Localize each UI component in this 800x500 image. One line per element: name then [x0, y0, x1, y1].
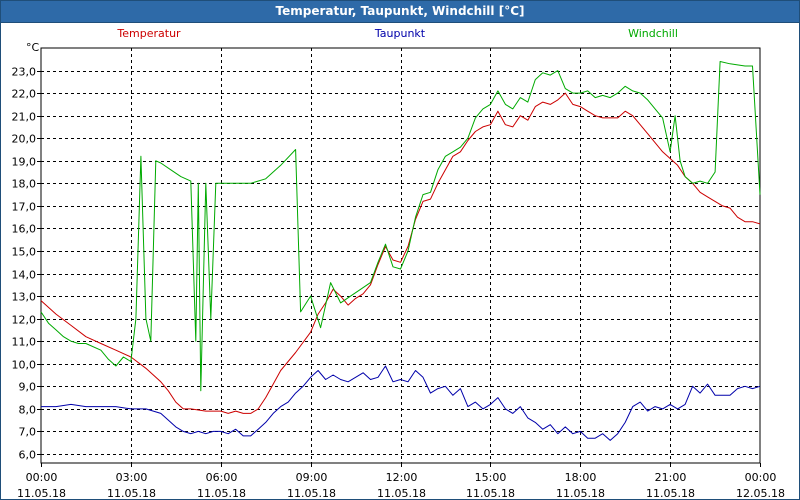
y-axis-label: °C	[26, 41, 40, 54]
y-tick-label: 18,0	[12, 178, 37, 191]
x-tick-date-label: 11.05.18	[377, 487, 426, 499]
y-tick-label: 22,0	[12, 88, 37, 101]
y-tick-label: 17,0	[12, 201, 37, 214]
window-title: Temperatur, Taupunkt, Windchill [°C]	[1, 1, 799, 23]
y-tick-label: 23,0	[12, 66, 37, 79]
y-tick-label: 6,0	[19, 449, 37, 462]
y-axis-ticks: 6,0 7,0 8,0 9,0 10,0 11,0 12,0 13,0 14,0 15,0 16,0…	[12, 66, 41, 462]
y-tick-label: 7,0	[19, 426, 37, 439]
x-tick-date-label: 11.05.18	[287, 487, 336, 499]
plot-area	[40, 47, 761, 464]
x-tick-time-label: 00:00	[745, 471, 777, 484]
x-tick-date-label: 11.05.18	[466, 487, 515, 499]
legend-item-temperatur: Temperatur	[116, 27, 181, 40]
chart-window: 6,0 7,0 8,0 9,0 10,0 11,0 12,0 13,0 14,0 15,0 16,0…	[0, 0, 800, 500]
x-tick-time-label: 18:00	[565, 471, 597, 484]
y-tick-label: 9,0	[19, 381, 37, 394]
chart-area: 6,0 7,0 8,0 9,0 10,0 11,0 12,0 13,0 14,0 15,0 16,0…	[12, 27, 785, 499]
x-tick-date-label: 11.05.18	[17, 487, 66, 499]
x-tick-date-label: 12.05.18	[736, 487, 785, 499]
y-tick-label: 13,0	[12, 291, 37, 304]
x-tick-time-label: 00:00	[26, 471, 58, 484]
x-tick-date-label: 11.05.18	[556, 487, 605, 499]
plot-border	[40, 47, 761, 464]
x-axis-ticks: 00:00 11.05.18 03:00 11.05.18 06:00 11.05.18 0…	[17, 463, 785, 499]
x-tick-time-label: 15:00	[475, 471, 507, 484]
y-tick-label: 16,0	[12, 223, 37, 236]
x-tick-time-label: 06:00	[206, 471, 238, 484]
y-tick-label: 20,0	[12, 133, 37, 146]
y-tick-label: 8,0	[19, 404, 37, 417]
y-tick-label: 19,0	[12, 156, 37, 169]
y-tick-label: 21,0	[12, 111, 37, 124]
x-tick-time-label: 09:00	[296, 471, 328, 484]
x-tick-date-label: 11.05.18	[197, 487, 246, 499]
y-tick-label: 14,0	[12, 269, 37, 282]
x-tick-date-label: 11.05.18	[107, 487, 156, 499]
y-tick-label: 15,0	[12, 246, 37, 259]
x-tick-time-label: 12:00	[386, 471, 418, 484]
legend: Temperatur Taupunkt Windchill	[116, 27, 678, 40]
x-tick-time-label: 21:00	[655, 471, 687, 484]
y-tick-label: 11,0	[12, 336, 37, 349]
y-tick-label: 10,0	[12, 359, 37, 372]
x-tick-date-label: 11.05.18	[646, 487, 695, 499]
legend-item-windchill: Windchill	[628, 27, 678, 40]
legend-item-taupunkt: Taupunkt	[374, 27, 426, 40]
x-tick-time-label: 03:00	[116, 471, 148, 484]
y-tick-label: 12,0	[12, 314, 37, 327]
